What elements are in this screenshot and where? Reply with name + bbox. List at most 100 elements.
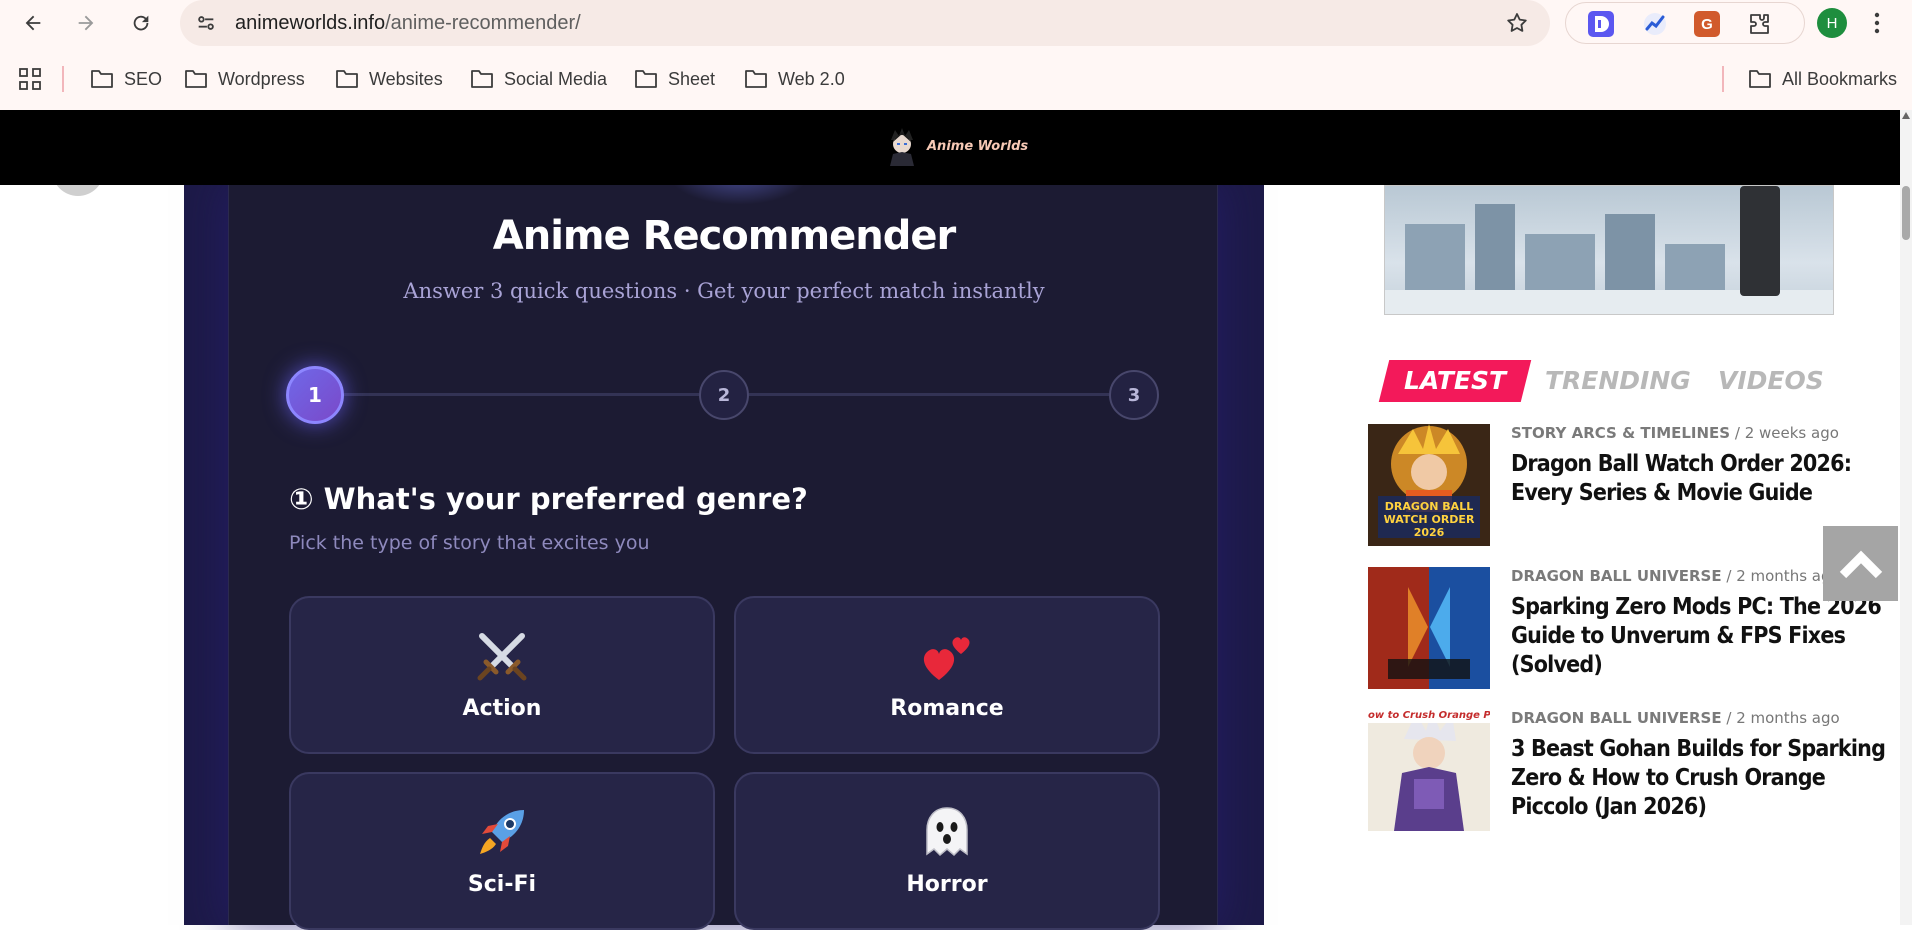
analytics-extension-icon[interactable]: [1642, 11, 1668, 37]
logo-text: Anime Worlds: [927, 138, 1029, 154]
folder-icon: [471, 70, 493, 88]
post-time: 2 weeks ago: [1744, 424, 1839, 442]
bookmark-label: Wordpress: [218, 68, 305, 89]
page-scrollbar[interactable]: [1900, 110, 1912, 925]
address-bar[interactable]: animeworlds.info/anime-recommender/: [180, 0, 1550, 46]
tab-trending[interactable]: TRENDING: [1545, 366, 1691, 395]
bookmark-label: Sheet: [668, 68, 716, 89]
two-hearts-icon: [736, 628, 1158, 684]
post-thumbnail[interactable]: [1368, 567, 1490, 689]
post-title[interactable]: 3 Beast Gohan Builds for Sparking Zero &…: [1511, 735, 1886, 822]
scroll-up-arrow-icon[interactable]: [1902, 112, 1910, 119]
post-title[interactable]: Dragon Ball Watch Order 2026: Every Seri…: [1511, 450, 1886, 508]
sidebar-ad-image[interactable]: [1384, 185, 1834, 315]
reload-button[interactable]: [125, 7, 157, 39]
bookmark-label: Web 2.0: [778, 68, 845, 89]
ad-person-figure: [1740, 186, 1780, 296]
post-category[interactable]: DRAGON BALL UNIVERSE: [1511, 567, 1722, 585]
post-thumbnail[interactable]: ow to Crush Orange Picco: [1368, 709, 1490, 831]
all-bookmarks-button[interactable]: All Bookmarks: [1748, 66, 1897, 92]
bookmark-folder-wordpress[interactable]: Wordpress: [184, 66, 305, 92]
url-domain: animeworlds.info: [235, 12, 386, 34]
genre-label: Action: [462, 696, 542, 721]
step-number: 2: [717, 384, 731, 406]
post-meta: STORY ARCS & TIMELINES / 2 weeks ago: [1511, 424, 1839, 442]
post-meta: DRAGON BALL UNIVERSE / 2 months ago: [1511, 567, 1840, 585]
folder-icon: [1749, 70, 1771, 88]
quiz-title: Anime Recommender: [492, 213, 956, 259]
tab-label: LATEST: [1403, 366, 1507, 395]
browser-menu-icon[interactable]: [1862, 8, 1892, 38]
rocket-icon: [291, 804, 713, 860]
genre-label: Sci-Fi: [467, 872, 537, 897]
profile-avatar[interactable]: H: [1817, 8, 1847, 38]
extension-d-icon[interactable]: [1588, 11, 1614, 37]
bookmark-separator: [1722, 66, 1724, 92]
step-2-indicator: 2: [699, 370, 749, 420]
post-title[interactable]: Sparking Zero Mods PC: The 2026 Guide to…: [1511, 593, 1886, 680]
folder-icon: [91, 70, 113, 88]
post-thumbnail[interactable]: DRAGON BALL WATCH ORDER 2026: [1368, 424, 1490, 546]
bookmark-folder-sheet[interactable]: Sheet: [634, 66, 715, 92]
anime-character-logo-icon: [890, 128, 914, 166]
site-settings-icon[interactable]: [194, 11, 218, 35]
genre-option-horror[interactable]: Horror: [734, 772, 1160, 930]
step-3-indicator: 3: [1109, 370, 1159, 420]
folder-icon: [336, 70, 358, 88]
all-bookmarks-label: All Bookmarks: [1782, 68, 1898, 89]
folder-icon: [185, 70, 207, 88]
ghost-icon: [736, 804, 1158, 860]
post-time: 2 months ago: [1736, 709, 1840, 727]
back-to-top-button[interactable]: [1823, 526, 1898, 601]
reload-icon: [133, 15, 149, 31]
bookmark-folder-websites[interactable]: Websites: [335, 66, 443, 92]
post-meta: DRAGON BALL UNIVERSE / 2 months ago: [1511, 709, 1840, 727]
profile-initial: H: [1826, 14, 1838, 32]
url-text[interactable]: animeworlds.info/anime-recommender/: [235, 12, 581, 35]
crossed-swords-icon: [291, 628, 713, 684]
genre-option-romance[interactable]: Romance: [734, 596, 1160, 754]
arrow-right-icon: [78, 15, 94, 31]
step-number: 3: [1127, 384, 1141, 406]
bookmark-folder-web-2[interactable]: Web 2.0: [744, 66, 845, 92]
bookmarks-bar: SEO Wordpress Websites Social Media Shee…: [0, 46, 1912, 110]
thumbnail-caption: DRAGON BALL WATCH ORDER 2026: [1383, 500, 1475, 539]
bookmark-label: Websites: [369, 68, 443, 89]
genre-option-sci-fi[interactable]: Sci-Fi: [289, 772, 715, 930]
url-path: /anime-recommender/: [385, 12, 581, 34]
bookmark-folder-seo[interactable]: SEO: [90, 66, 162, 92]
arrow-left-icon: [25, 15, 41, 31]
anime-recommender-card: Anime Recommender Answer 3 quick questio…: [228, 145, 1218, 930]
extension-g-label: G: [1701, 15, 1713, 33]
question-hint: Pick the type of story that excites you: [289, 532, 650, 554]
grammar-extension-icon[interactable]: G: [1694, 11, 1720, 37]
forward-button[interactable]: [70, 7, 102, 39]
chevron-up-icon: [1839, 550, 1882, 578]
back-button[interactable]: [17, 7, 49, 39]
folder-icon: [745, 70, 767, 88]
folder-icon: [635, 70, 657, 88]
list-item[interactable]: DRAGON BALL UNIVERSE / 2 months ago Spar…: [1368, 567, 1888, 689]
quiz-subtitle: Answer 3 quick questions · Get your perf…: [403, 279, 1045, 303]
step-number: 1: [308, 383, 322, 407]
bookmark-label: Social Media: [504, 68, 608, 89]
bookmark-label: SEO: [124, 68, 163, 89]
list-item[interactable]: ow to Crush Orange Picco DRAGON BALL UNI…: [1368, 709, 1888, 831]
site-logo[interactable]: Anime Worlds: [885, 126, 1028, 166]
post-category[interactable]: DRAGON BALL UNIVERSE: [1511, 709, 1722, 727]
genre-label: Romance: [890, 696, 1004, 721]
post-category[interactable]: STORY ARCS & TIMELINES: [1511, 424, 1730, 442]
extensions-puzzle-icon[interactable]: [1746, 11, 1772, 37]
extensions-area: G: [1565, 2, 1805, 44]
tab-videos[interactable]: VIDEOS: [1718, 366, 1824, 395]
genre-option-action[interactable]: Action: [289, 596, 715, 754]
bookmark-star-icon[interactable]: [1504, 10, 1530, 36]
apps-grid-icon[interactable]: [18, 66, 42, 92]
question-title: ① What's your preferred genre?: [289, 482, 808, 516]
thumbnail-caption: ow to Crush Orange Picco: [1368, 709, 1490, 723]
step-1-indicator: 1: [286, 366, 344, 424]
scrollbar-thumb[interactable]: [1902, 186, 1910, 240]
bookmark-folder-social-media[interactable]: Social Media: [470, 66, 607, 92]
list-item[interactable]: DRAGON BALL WATCH ORDER 2026 STORY ARCS …: [1368, 424, 1888, 546]
bookmark-separator: [62, 66, 64, 92]
